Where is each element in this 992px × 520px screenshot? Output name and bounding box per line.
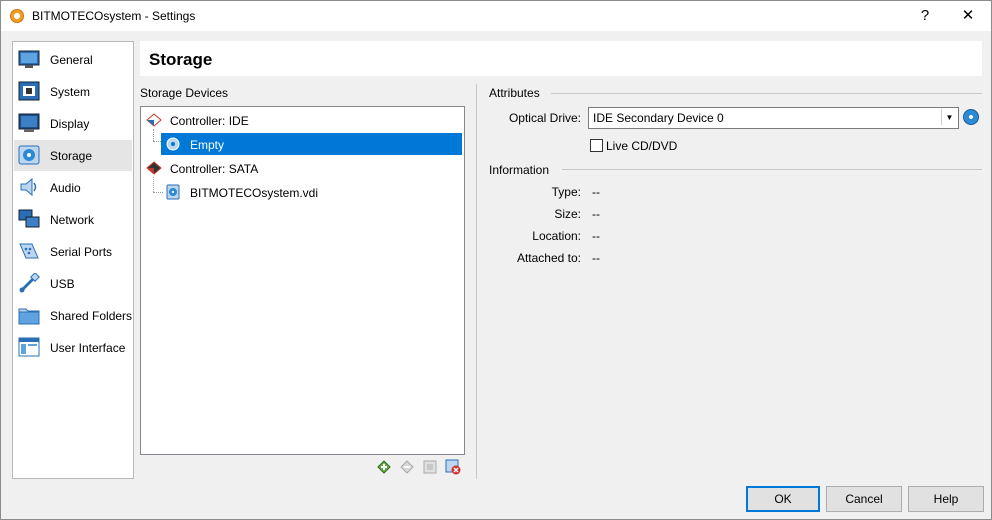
nav-item-general[interactable]: General <box>14 44 132 75</box>
optical-drive-value: IDE Secondary Device 0 <box>593 111 724 125</box>
serial-ports-icon <box>19 243 39 259</box>
tree-row-controller-sata[interactable]: Controller: SATA <box>141 157 464 179</box>
info-size-value: -- <box>592 207 600 221</box>
tree-row-empty-optical[interactable]: Empty <box>141 133 464 155</box>
nav-label: USB <box>50 277 75 291</box>
usb-icon <box>19 273 40 293</box>
nav-label: Audio <box>50 181 81 195</box>
tree-row-controller-ide[interactable]: Controller: IDE <box>141 109 464 131</box>
sata-controller-icon <box>146 161 162 175</box>
nav-label: General <box>50 53 93 67</box>
title-bar: BITMOTECOsystem - Settings ? ✕ <box>1 1 991 31</box>
choose-disk-icon[interactable] <box>963 109 979 125</box>
nav-label: User Interface <box>50 341 126 355</box>
optical-drive-label: Optical Drive: <box>508 111 581 125</box>
info-type-label: Type: <box>551 185 581 199</box>
system-icon <box>18 81 40 101</box>
nav-label: Serial Ports <box>50 245 113 259</box>
window-title: BITMOTECOsystem - Settings <box>32 9 196 23</box>
page-title: Storage <box>149 50 213 69</box>
attributes-label: Attributes <box>489 86 540 100</box>
panel-splitter[interactable] <box>476 84 477 479</box>
nav-item-usb[interactable]: USB <box>14 268 132 299</box>
group-separator <box>551 93 982 94</box>
help-button[interactable]: Help <box>908 486 984 512</box>
general-icon <box>18 50 40 68</box>
storage-icon <box>18 145 40 165</box>
live-cd-checkbox[interactable] <box>590 139 603 152</box>
group-separator <box>562 169 982 170</box>
nav-item-network[interactable]: Network <box>14 204 132 235</box>
settings-nav: General System Display Storage Audio Net… <box>12 41 134 479</box>
info-attached-to-value: -- <box>592 251 600 265</box>
add-controller-icon[interactable] <box>376 459 392 475</box>
storage-devices-label: Storage Devices <box>140 86 229 100</box>
info-location-value: -- <box>592 229 600 243</box>
nav-item-display[interactable]: Display <box>14 108 132 139</box>
information-label: Information <box>489 163 550 177</box>
nav-label: System <box>50 85 91 99</box>
info-type-value: -- <box>592 185 600 199</box>
nav-label: Storage <box>50 149 93 163</box>
ide-controller-icon <box>146 113 162 127</box>
tree-row-label: BITMOTECOsystem.vdi <box>190 186 319 200</box>
remove-controller-icon[interactable] <box>399 459 415 475</box>
display-icon <box>18 113 40 132</box>
info-size-label: Size: <box>554 207 581 221</box>
settings-window: BITMOTECOsystem - Settings ? ✕ General S… <box>0 0 992 520</box>
nav-item-storage[interactable]: Storage <box>14 140 132 171</box>
nav-item-system[interactable]: System <box>14 76 132 107</box>
tree-row-label: Empty <box>190 138 225 152</box>
info-location-label: Location: <box>532 229 581 243</box>
close-button[interactable]: ✕ <box>954 5 982 27</box>
nav-label: Display <box>50 117 90 131</box>
ok-button[interactable]: OK <box>746 486 820 512</box>
help-title-button[interactable]: ? <box>911 5 939 27</box>
virtualbox-icon <box>10 9 24 23</box>
optical-drive-select[interactable]: IDE Secondary Device 0 ▼ <box>588 107 959 129</box>
chevron-down-icon[interactable]: ▼ <box>941 109 957 125</box>
storage-tree[interactable]: Controller: IDE Empty Controller: SATA B… <box>140 106 465 455</box>
nav-item-audio[interactable]: Audio <box>14 172 132 203</box>
nav-label: Network <box>50 213 95 227</box>
add-attachment-icon[interactable] <box>422 459 438 475</box>
audio-icon <box>20 177 37 197</box>
tree-row-label: Controller: IDE <box>170 114 249 128</box>
optical-disc-icon <box>166 137 180 151</box>
page-header: Storage <box>140 41 982 76</box>
nav-item-user-interface[interactable]: User Interface <box>14 332 132 363</box>
hard-disk-icon <box>166 184 180 200</box>
nav-label: Shared Folders <box>50 309 133 323</box>
nav-item-serial-ports[interactable]: Serial Ports <box>14 236 132 267</box>
shared-folders-icon <box>18 308 40 325</box>
tree-row-label: Controller: SATA <box>170 162 259 176</box>
tree-row-disk-vdi[interactable]: BITMOTECOsystem.vdi <box>141 181 464 203</box>
remove-attachment-icon[interactable] <box>445 459 461 475</box>
user-interface-icon <box>18 337 40 357</box>
nav-item-shared-folders[interactable]: Shared Folders <box>14 300 132 331</box>
cancel-button[interactable]: Cancel <box>826 486 902 512</box>
network-icon <box>18 209 40 228</box>
live-cd-label[interactable]: Live CD/DVD <box>606 139 677 153</box>
info-attached-to-label: Attached to: <box>516 251 581 265</box>
